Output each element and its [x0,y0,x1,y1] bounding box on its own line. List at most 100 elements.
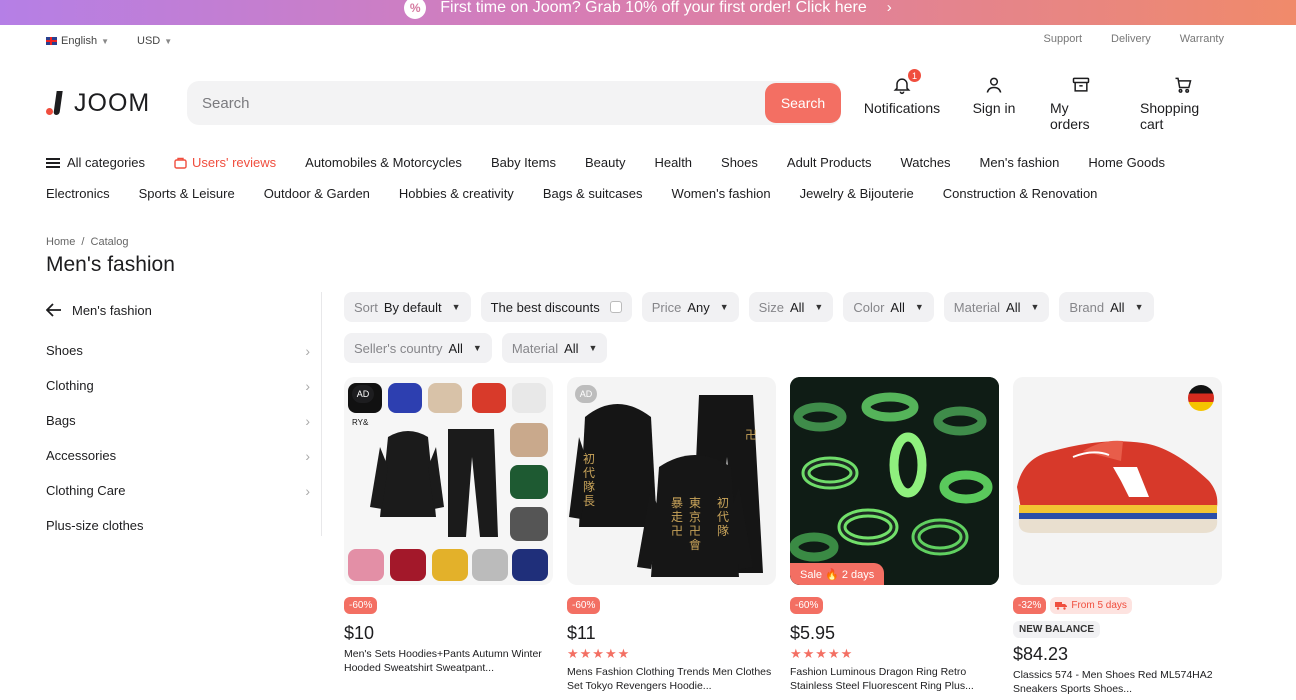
chevron-right-icon: › [305,482,310,499]
shopping-cart-label: Shopping cart [1140,100,1200,132]
product-price: $84.23 [1013,644,1069,664]
category-link[interactable]: Bags & suitcases [543,186,643,201]
product-card[interactable]: -32% From 5 days NEW BALANCE $84.23 Clas… [1013,377,1222,696]
percent-icon: % [404,0,427,19]
category-link[interactable]: Construction & Renovation [943,186,1098,201]
sidebar-item-shoes[interactable]: Shoes › [46,333,312,368]
header-actions: 1 Notifications Sign in My orders Shoppi… [863,68,1226,132]
breadcrumb-catalog[interactable]: Catalog [91,236,129,248]
star-rating: ★★★★★ [567,646,631,661]
sidebar-item-clothing-care[interactable]: Clothing Care › [46,473,312,508]
warranty-link[interactable]: Warranty [1180,33,1224,49]
sidebar-item-label: Clothing [46,378,94,393]
category-link[interactable]: Electronics [46,186,110,201]
sidebar-item-accessories[interactable]: Accessories › [46,438,312,473]
svg-text:會: 會 [689,538,701,552]
all-categories-button[interactable]: All categories [46,155,145,170]
sidebar-back-label: Men's fashion [72,302,152,318]
product-image[interactable]: 初代隊長 東京卍會 暴走卍 初代隊 卍 AD [567,377,776,585]
category-link[interactable]: Adult Products [787,155,872,170]
category-link[interactable]: Men's fashion [980,155,1060,170]
category-nav-row-2: Electronics Sports & Leisure Outdoor & G… [46,186,1226,201]
sidebar-item-label: Accessories [46,448,117,463]
language-selector[interactable]: English ▼ [46,33,109,49]
category-link[interactable]: Health [654,155,692,170]
caret-down-icon: ▼ [164,36,173,46]
svg-text:長: 長 [583,494,595,508]
product-image[interactable]: RY& AD [344,377,553,585]
svg-text:RY&: RY& [352,418,369,427]
material-filter-2[interactable]: Material All ▼ [501,333,608,363]
product-title[interactable]: Mens Fashion Clothing Trends Men Clothes… [567,665,776,693]
discount-badge: -60% [790,597,824,614]
category-link[interactable]: Shoes [721,155,758,170]
currency-selector[interactable]: USD ▼ [137,33,172,49]
star-rating: ★★★★★ [790,646,854,661]
category-link[interactable]: Beauty [585,155,625,170]
my-orders-button[interactable]: My orders [1050,74,1112,132]
product-card[interactable]: RY& AD -60% $10 Men's Sets Hoodies+Pants… [344,377,553,696]
promo-banner[interactable]: % First time on Joom? Grab 10% off your … [0,0,1296,25]
delivery-link[interactable]: Delivery [1111,33,1151,49]
product-tags: -32% From 5 days [1013,597,1222,615]
sidebar-item-label: Clothing Care [46,483,126,498]
category-link[interactable]: Jewelry & Bijouterie [800,186,914,201]
page-title: Men's fashion [46,253,175,276]
sort-filter[interactable]: Sort By default ▼ [344,292,471,322]
filter-value: By default [383,299,442,315]
cart-icon [1173,74,1193,96]
product-card[interactable]: Sale 🔥 2 days -60% $5.95 ★★★★★ Fashion L… [790,377,999,696]
size-filter[interactable]: Size All ▼ [748,292,834,322]
category-link[interactable]: Women's fashion [672,186,771,201]
notifications-button[interactable]: 1 Notifications [863,68,941,132]
product-title[interactable]: Men's Sets Hoodies+Pants Autumn Winter H… [344,647,553,675]
product-image[interactable]: Sale 🔥 2 days [790,377,999,585]
sign-in-button[interactable]: Sign in [968,74,1020,132]
seller-country-filter[interactable]: Seller's country All ▼ [344,333,492,363]
price-filter[interactable]: Price Any ▼ [641,292,739,322]
chevron-right-icon: › [305,412,310,429]
category-sidebar: Men's fashion Shoes › Clothing › Bags › Acc… [46,298,312,543]
product-image[interactable] [1013,377,1222,585]
chevron-down-icon: ▼ [1030,302,1040,312]
sidebar-item-plus-size[interactable]: Plus-size clothes [46,508,312,543]
product-title[interactable]: Classics 574 - Men Shoes Red ML574HA2 Sn… [1013,668,1222,696]
breadcrumb-home[interactable]: Home [46,236,75,248]
sidebar-item-clothing[interactable]: Clothing › [46,368,312,403]
product-title[interactable]: Fashion Luminous Dragon Ring Retro Stain… [790,665,999,693]
discount-badge: -60% [344,597,378,614]
logo[interactable]: JOOM [46,89,187,118]
category-link[interactable]: Home Goods [1088,155,1165,170]
color-filter[interactable]: Color All ▼ [843,292,934,322]
search-input[interactable] [187,81,765,125]
chevron-down-icon: ▼ [1134,302,1144,312]
category-link[interactable]: Baby Items [491,155,556,170]
category-link[interactable]: Hobbies & creativity [399,186,514,201]
shopping-cart-button[interactable]: Shopping cart [1140,74,1226,132]
svg-text:卍: 卍 [689,524,701,538]
filter-key: Material [953,299,1001,315]
product-card[interactable]: 初代隊長 東京卍會 暴走卍 初代隊 卍 AD -60% $11 ★★★★★ Me… [567,377,776,696]
category-link[interactable]: Sports & Leisure [139,186,235,201]
search-button[interactable]: Search [765,83,841,123]
support-link[interactable]: Support [1044,33,1083,49]
ad-badge: AD [352,385,374,403]
sidebar-back-link[interactable]: Men's fashion [46,298,312,322]
category-link[interactable]: Outdoor & Garden [264,186,370,201]
chevron-right-icon: › [886,0,892,16]
brand-filter[interactable]: Brand All ▼ [1059,292,1154,322]
material-filter[interactable]: Material All ▼ [943,292,1050,322]
sidebar-item-label: Shoes [46,343,83,358]
category-link[interactable]: Watches [900,155,950,170]
product-tags: -60% [790,597,999,615]
category-nav-row-1: All categories Users' reviews Automobile… [46,155,1226,170]
best-discounts-toggle[interactable]: The best discounts [480,292,632,322]
users-reviews-link[interactable]: Users' reviews [174,155,276,170]
category-link[interactable]: Automobiles & Motorcycles [305,155,462,170]
chevron-right-icon: › [305,377,310,394]
checkbox[interactable] [609,301,622,313]
shipping-label: From 5 days [1071,600,1127,611]
top-bar: English ▼ USD ▼ Support Delivery Warrant… [46,33,1224,49]
sidebar-item-bags[interactable]: Bags › [46,403,312,438]
filter-key: Sort [354,299,378,315]
